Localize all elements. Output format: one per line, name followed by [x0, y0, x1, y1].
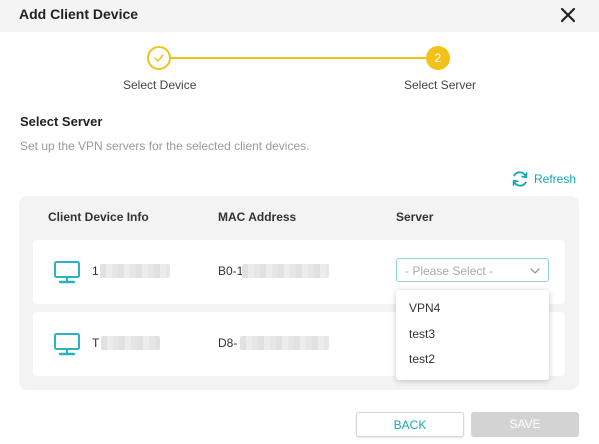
dialog-header: Add Client Device [0, 0, 599, 32]
server-option-vpn4[interactable]: VPN4 [409, 301, 440, 315]
redacted-device-name [100, 264, 170, 278]
monitor-icon [52, 257, 82, 287]
refresh-icon [512, 171, 528, 187]
column-header-client-device-info: Client Device Info [48, 210, 149, 224]
mac-address: D8- [218, 336, 238, 350]
step-label-select-server: Select Server [404, 78, 477, 92]
device-name: T [92, 336, 100, 350]
chevron-down-icon [529, 265, 541, 277]
dialog-title: Add Client Device [19, 6, 139, 22]
refresh-label: Refresh [534, 172, 577, 186]
stepper: 2 Select Device Select Server [0, 40, 599, 96]
stepper-line [168, 57, 430, 59]
back-button[interactable]: BACK [356, 412, 464, 437]
column-header-server: Server [396, 210, 434, 224]
step-label-select-device: Select Device [123, 78, 197, 92]
column-header-mac-address: MAC Address [218, 210, 297, 224]
step-current-number: 2 [426, 46, 450, 70]
redacted-device-name [101, 336, 160, 350]
device-name: 1 [92, 264, 99, 278]
section-description: Set up the VPN servers for the selected … [20, 139, 310, 153]
redacted-mac-address [240, 336, 329, 350]
monitor-icon [52, 329, 82, 359]
server-dropdown-menu: VPN4 test3 test2 [396, 290, 549, 380]
server-option-test2[interactable]: test2 [409, 352, 435, 366]
server-select[interactable]: - Please Select - [396, 258, 549, 282]
mac-address: B0-1 [218, 264, 244, 278]
step-completed-check-icon [147, 46, 171, 70]
save-button[interactable]: SAVE [471, 412, 579, 437]
section-title: Select Server [20, 114, 103, 129]
server-select-placeholder: - Please Select - [405, 264, 494, 278]
close-icon[interactable] [559, 6, 577, 24]
server-option-test3[interactable]: test3 [409, 327, 435, 341]
refresh-button[interactable]: Refresh [510, 169, 576, 189]
redacted-mac-address [242, 264, 329, 278]
